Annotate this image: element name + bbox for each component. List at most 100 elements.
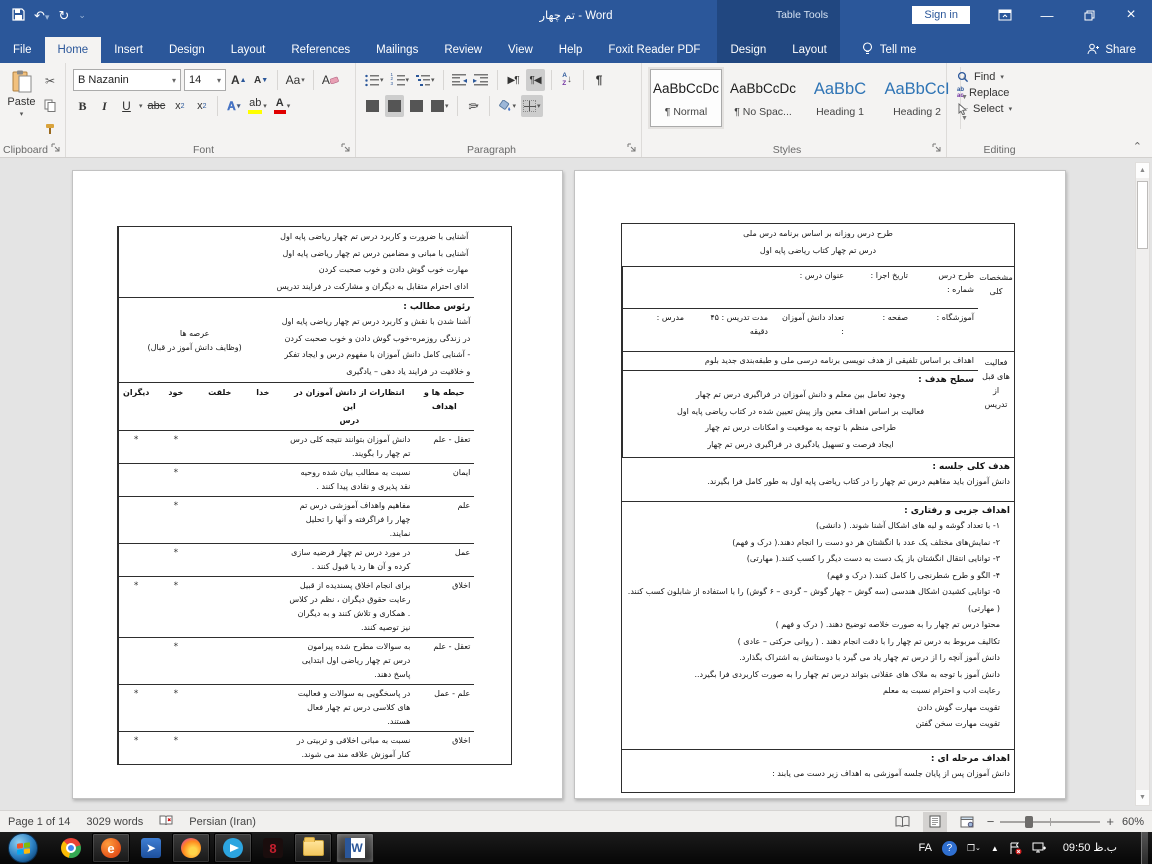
show-hide-paragraph-icon[interactable]: ¶ xyxy=(590,69,609,91)
ribbon-display-options-icon[interactable] xyxy=(984,0,1026,30)
style-normal[interactable]: AaBbCcDc ¶ Normal xyxy=(650,69,722,127)
change-case-icon[interactable]: Aa ▾ xyxy=(284,69,307,91)
tab-layout[interactable]: Layout xyxy=(218,37,279,63)
tab-mailings[interactable]: Mailings xyxy=(363,37,431,63)
select-button[interactable]: Select ▾ xyxy=(957,103,1042,115)
align-right-icon[interactable] xyxy=(407,95,426,117)
grow-font-icon[interactable]: A ▲ xyxy=(229,69,249,91)
tab-table-layout[interactable]: Layout xyxy=(779,37,840,63)
redo-icon[interactable]: ↻ xyxy=(58,9,69,22)
sign-in-button[interactable]: Sign in xyxy=(912,6,970,24)
bullets-icon[interactable]: ▾ xyxy=(363,69,386,91)
save-icon[interactable] xyxy=(12,7,25,23)
font-name-select[interactable]: B Nazanin ▾ xyxy=(73,69,181,91)
decrease-indent-icon[interactable] xyxy=(450,69,469,91)
action-center-flag-icon[interactable] xyxy=(1009,842,1022,855)
tell-me-box[interactable]: Tell me xyxy=(862,37,916,63)
show-hidden-icons-icon[interactable]: ▲ xyxy=(991,844,999,853)
subscript-icon[interactable]: x2 xyxy=(170,95,189,117)
scroll-up-icon[interactable]: ▲ xyxy=(1136,163,1149,178)
tab-foxit-reader-pdf[interactable]: Foxit Reader PDF xyxy=(595,37,713,63)
taskbar-blue-arrow-app-icon[interactable]: ➤ xyxy=(132,833,170,863)
zoom-in-icon[interactable]: + xyxy=(1106,814,1114,829)
italic-icon[interactable]: I xyxy=(95,95,114,117)
scroll-down-icon[interactable]: ▼ xyxy=(1136,790,1149,805)
taskbar-browser-e-icon[interactable]: e xyxy=(92,833,130,863)
document-page-1[interactable]: طرح درس روزانه بر اساس برنامه درس ملی در… xyxy=(574,170,1066,799)
style-heading2[interactable]: AaBbCcI Heading 2 xyxy=(881,69,953,127)
help-tray-icon[interactable]: ? xyxy=(941,840,957,856)
underline-dropdown-arrow[interactable]: ▾ xyxy=(139,102,143,110)
taskbar-word-icon[interactable]: W xyxy=(336,833,374,863)
undo-icon[interactable]: ↶▾ xyxy=(34,9,49,22)
taskbar-clock[interactable]: ب.ظ 09:50 xyxy=(1057,842,1123,854)
taskbar-telegram-icon[interactable] xyxy=(214,833,252,863)
web-layout-icon[interactable] xyxy=(955,812,979,832)
align-center-icon[interactable] xyxy=(385,95,404,117)
tab-help[interactable]: Help xyxy=(546,37,596,63)
word-count[interactable]: 3029 words xyxy=(86,816,143,828)
proofing-errors-icon[interactable] xyxy=(159,814,173,830)
scrollbar-thumb[interactable] xyxy=(1137,181,1148,249)
cut-icon[interactable]: ✂ xyxy=(39,71,61,91)
taskbar-red-app-icon[interactable]: 8 xyxy=(254,833,292,863)
shading-icon[interactable]: ▾ xyxy=(496,95,519,117)
customize-qat-icon[interactable]: ⌄ xyxy=(78,10,86,20)
strikethrough-icon[interactable]: abc xyxy=(146,95,168,117)
page-indicator[interactable]: Page 1 of 14 xyxy=(8,816,70,828)
style-heading1[interactable]: AaBbC Heading 1 xyxy=(804,69,876,127)
align-left-icon[interactable] xyxy=(363,95,382,117)
font-size-select[interactable]: 14 ▾ xyxy=(184,69,226,91)
superscript-icon[interactable]: x2 xyxy=(192,95,211,117)
taskbar-firefox-icon[interactable] xyxy=(172,833,210,863)
share-button[interactable]: Share xyxy=(1071,37,1152,63)
tab-design[interactable]: Design xyxy=(156,37,218,63)
find-button[interactable]: Find ▾ xyxy=(957,71,1042,83)
zoom-percentage[interactable]: 60% xyxy=(1122,816,1144,828)
format-painter-icon[interactable] xyxy=(39,119,61,139)
document-scrollbar[interactable]: ▲ ▼ xyxy=(1135,162,1150,806)
underline-icon[interactable]: U xyxy=(117,95,136,117)
sort-icon[interactable]: A Z ↓ xyxy=(558,69,577,91)
tray-window-icon[interactable]: ❐ ⌄ xyxy=(967,843,981,854)
justify-icon[interactable]: ▾ xyxy=(429,95,451,117)
multilevel-list-icon[interactable]: ▾ xyxy=(414,69,437,91)
paste-dropdown-arrow[interactable]: ▾ xyxy=(20,110,24,118)
increase-indent-icon[interactable] xyxy=(472,69,491,91)
tab-home[interactable]: Home xyxy=(44,37,102,63)
minimize-button[interactable]: — xyxy=(1026,0,1068,30)
borders-icon[interactable]: ▾ xyxy=(521,95,543,117)
paragraph-dialog-launcher-icon[interactable] xyxy=(627,143,638,154)
clipboard-dialog-launcher-icon[interactable] xyxy=(51,143,62,154)
text-effects-icon[interactable]: A ▾ xyxy=(224,95,243,117)
network-icon[interactable] xyxy=(1032,842,1047,854)
font-dialog-launcher-icon[interactable] xyxy=(341,143,352,154)
clear-formatting-icon[interactable]: A xyxy=(320,69,341,91)
show-desktop-button[interactable] xyxy=(1141,832,1148,864)
font-color-icon[interactable]: A ▾ xyxy=(272,95,293,117)
document-page-2[interactable]: آشنایی با ضرورت و کاربرد درس تم چهار ریا… xyxy=(72,170,563,799)
language-indicator[interactable]: Persian (Iran) xyxy=(189,816,256,828)
ltr-text-direction-icon[interactable]: ▶¶ xyxy=(504,69,523,91)
print-layout-icon[interactable] xyxy=(922,811,947,832)
rtl-text-direction-icon[interactable]: ¶◀ xyxy=(525,69,545,91)
language-switcher[interactable]: FA xyxy=(918,842,931,854)
tab-file[interactable]: File xyxy=(0,37,45,63)
shrink-font-icon[interactable]: A ▼ xyxy=(252,69,271,91)
style-no-spacing[interactable]: AaBbCcDc ¶ No Spac... xyxy=(727,69,799,127)
tab-view[interactable]: View xyxy=(495,37,546,63)
taskbar-chrome-icon[interactable] xyxy=(52,833,90,863)
start-button[interactable] xyxy=(8,833,38,863)
tab-review[interactable]: Review xyxy=(431,37,495,63)
taskbar-file-explorer-icon[interactable] xyxy=(294,833,332,863)
bold-icon[interactable]: B xyxy=(73,95,92,117)
replace-button[interactable]: ab ac Replace xyxy=(957,87,1042,99)
collapse-ribbon-icon[interactable]: ⌃ xyxy=(1133,140,1142,153)
paste-button[interactable]: Paste ▾ xyxy=(4,67,39,139)
copy-icon[interactable] xyxy=(39,95,61,115)
line-spacing-icon[interactable]: ↕≡ ▾ xyxy=(464,95,483,117)
text-highlight-icon[interactable]: ab ▾ xyxy=(246,95,269,117)
read-mode-icon[interactable] xyxy=(891,812,915,832)
close-button[interactable]: × xyxy=(1110,0,1152,30)
zoom-out-icon[interactable]: − xyxy=(987,814,995,829)
